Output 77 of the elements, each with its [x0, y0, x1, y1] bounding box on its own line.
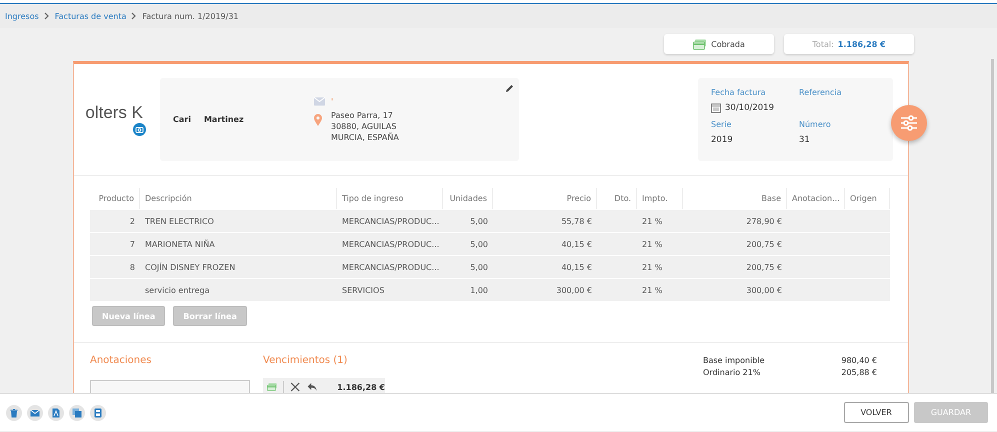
table-cell: 2 — [90, 209, 140, 232]
mail-icon — [30, 408, 40, 418]
status-badge: Cobrada — [664, 34, 774, 54]
email-action-button[interactable] — [27, 404, 43, 420]
table-cell: 5,00 — [443, 209, 493, 232]
close-icon[interactable] — [290, 382, 301, 392]
breadcrumb-link[interactable]: Facturas de venta — [54, 12, 126, 20]
table-cell: SERVICIOS — [337, 278, 443, 301]
field-label: Referencia — [799, 88, 842, 96]
total-value: 980,40 € — [841, 356, 877, 365]
receipt-icon — [93, 408, 103, 418]
address-line: 30880, AGUILAS — [331, 120, 398, 132]
receipt-action-button[interactable] — [90, 404, 106, 420]
breadcrumb-link[interactable]: Ingresos — [5, 12, 39, 20]
table-cell: COJÍN DISNEY FROZEN — [140, 255, 337, 278]
scrollbar[interactable] — [991, 59, 994, 393]
field-label: Número — [799, 120, 832, 128]
location-pin-icon — [314, 114, 322, 126]
section-title: Vencimientos (1) — [263, 355, 348, 366]
table-cell: MERCANCIAS/PRODUC... — [337, 209, 443, 232]
table-cell: 40,15 € — [493, 232, 597, 255]
table-cell: MERCANCIAS/PRODUC... — [337, 232, 443, 255]
breadcrumb-current: Factura num. 1/2019/31 — [142, 12, 239, 20]
reply-arrow-icon[interactable] — [306, 382, 318, 392]
table-cell: 8 — [90, 255, 140, 278]
copy-icon — [72, 408, 82, 418]
table-cell: 21 % — [637, 209, 683, 232]
copy-action-button[interactable] — [69, 404, 85, 420]
total-label: Base imponible — [703, 356, 766, 365]
client-last-name: Martinez — [204, 115, 244, 124]
address-line: Paseo Parra, 17 — [331, 110, 394, 120]
table-cell: 21 % — [637, 255, 683, 278]
card-icon — [267, 382, 278, 392]
table-cell: 21 % — [637, 278, 683, 301]
card-icon — [693, 38, 708, 50]
section-title: Anotaciones — [90, 355, 152, 366]
trash-icon — [9, 408, 19, 418]
total-value: 205,88 € — [841, 368, 877, 377]
address-line: MURCIA, ESPAÑA — [331, 132, 399, 142]
client-email: ' — [331, 96, 334, 106]
field-value: 31 — [799, 135, 810, 145]
table-cell: 200,75 € — [683, 255, 787, 278]
table-cell: 55,78 € — [493, 209, 597, 232]
total-label: Ordinario 21% — [703, 368, 762, 377]
table-cell: servicio entrega — [140, 278, 337, 301]
field-value: 2019 — [711, 135, 733, 145]
field-value[interactable]: 30/10/2019 — [725, 103, 774, 113]
table-cell: 300,00 € — [683, 278, 787, 301]
table-cell: MERCANCIAS/PRODUC... — [337, 255, 443, 278]
field-label: Fecha factura — [711, 88, 767, 96]
mail-icon — [314, 96, 325, 106]
table-cell: 5,00 — [443, 255, 493, 278]
calendar-icon[interactable] — [711, 103, 721, 113]
table-cell: 200,75 € — [683, 232, 787, 255]
chevron-icon — [131, 12, 138, 20]
table-cell: 1,00 — [443, 278, 493, 301]
chevron-icon — [44, 12, 50, 20]
logo-text: olters K — [85, 103, 143, 123]
camera-icon[interactable] — [133, 123, 146, 136]
delete-action-button[interactable] — [6, 404, 22, 420]
table-cell: TREN ELECTRICO — [140, 209, 337, 232]
edit-icon[interactable] — [505, 84, 514, 93]
due-amount: 1.186,28 € — [337, 382, 385, 392]
table-cell: 7 — [90, 232, 140, 255]
client-first-name: Cari — [173, 115, 191, 124]
table-cell: 278,90 € — [683, 209, 787, 232]
back-button[interactable]: VOLVER — [844, 402, 909, 423]
table-cell: 21 % — [637, 232, 683, 255]
table-cell: 40,15 € — [493, 255, 597, 278]
field-label: Serie — [711, 120, 732, 128]
sliders-icon — [900, 114, 918, 132]
table-cell: 5,00 — [443, 232, 493, 255]
table-cell: 300,00 € — [493, 278, 597, 301]
total-badge: Total: 1.186,28 € — [784, 34, 914, 54]
table-cell: MARIONETA NIÑA — [140, 232, 337, 255]
pdf-action-button[interactable] — [48, 404, 64, 420]
document-icon — [51, 408, 61, 418]
